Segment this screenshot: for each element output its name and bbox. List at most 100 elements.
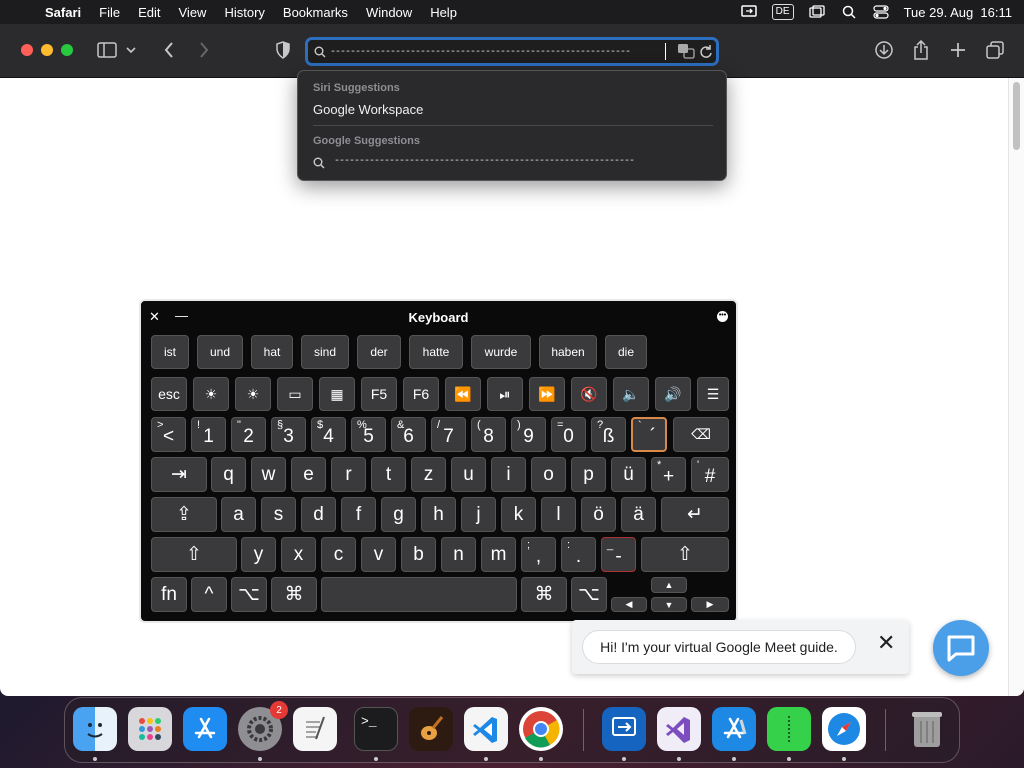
key-oe[interactable]: ö: [581, 497, 616, 532]
window-icon[interactable]: [808, 5, 826, 19]
volume-up-icon[interactable]: 🔊: [655, 377, 691, 411]
menu-view[interactable]: View: [170, 5, 216, 20]
page-scrollbar[interactable]: [1008, 78, 1024, 696]
prediction-key[interactable]: sind: [301, 335, 349, 369]
key-ue[interactable]: ü: [611, 457, 646, 492]
meet-guide-close-icon[interactable]: ✕: [877, 630, 895, 656]
chat-icon[interactable]: [933, 620, 989, 676]
back-button[interactable]: [157, 38, 181, 62]
address-bar[interactable]: [305, 37, 719, 66]
zoom-window-button[interactable]: [61, 44, 73, 56]
sidebar-toggle-icon[interactable]: [95, 38, 119, 62]
menubar-clock[interactable]: Tue 29. Aug 16:11: [904, 5, 1012, 20]
right-shift-key[interactable]: ⇧: [641, 537, 729, 572]
control-center-icon[interactable]: [872, 5, 890, 19]
key-t[interactable]: t: [371, 457, 406, 492]
right-option-key[interactable]: ⌥: [571, 577, 607, 612]
prediction-key[interactable]: wurde: [471, 335, 531, 369]
brightness-down-icon[interactable]: ☀: [193, 377, 229, 411]
new-tab-icon[interactable]: [946, 38, 970, 62]
esc-key[interactable]: esc: [151, 377, 187, 411]
downloads-icon[interactable]: [872, 38, 896, 62]
menu-edit[interactable]: Edit: [129, 5, 169, 20]
key-period[interactable]: :.: [561, 537, 596, 572]
menu-history[interactable]: History: [215, 5, 273, 20]
mission-control-icon[interactable]: ▭: [277, 377, 313, 411]
volume-down-icon[interactable]: 🔈: [613, 377, 649, 411]
spotlight-search-icon[interactable]: [840, 5, 858, 19]
key-5[interactable]: % 5: [351, 417, 386, 452]
privacy-shield-icon[interactable]: [271, 38, 295, 62]
key-7[interactable]: /7: [431, 417, 466, 452]
textedit-icon[interactable]: [293, 707, 337, 751]
key-4[interactable]: $4: [311, 417, 346, 452]
meet-guide-message[interactable]: Hi! I'm your virtual Google Meet guide.: [582, 630, 856, 664]
suggestion-search-query[interactable]: ----------------------------------------…: [334, 156, 674, 167]
left-shift-key[interactable]: ⇧: [151, 537, 237, 572]
play-pause-icon[interactable]: ⏯: [487, 377, 523, 411]
key-3[interactable]: § 3: [271, 417, 306, 452]
key-f[interactable]: f: [341, 497, 376, 532]
screen-share-icon[interactable]: [740, 5, 758, 19]
archive-utility-icon[interactable]: [767, 707, 811, 751]
left-command-key[interactable]: ⌘: [271, 577, 317, 612]
prediction-key[interactable]: die: [605, 335, 647, 369]
arrow-up-key[interactable]: ▲: [651, 577, 687, 593]
key-e[interactable]: e: [291, 457, 326, 492]
chevron-down-icon[interactable]: [123, 38, 139, 62]
arrow-right-key[interactable]: ▶: [691, 597, 729, 612]
launchpad-icon[interactable]: ▦: [319, 377, 355, 411]
key-ae[interactable]: ä: [621, 497, 656, 532]
menu-list-icon[interactable]: ☰: [697, 377, 729, 411]
delete-key[interactable]: ⌫: [673, 417, 729, 452]
key-accent[interactable]: ` ´: [631, 417, 667, 452]
safari-icon[interactable]: [822, 707, 866, 751]
key-less-than[interactable]: > <: [151, 417, 186, 452]
key-minus[interactable]: _ -: [601, 537, 636, 572]
key-y[interactable]: y: [241, 537, 276, 572]
key-a[interactable]: a: [221, 497, 256, 532]
visual-studio-icon[interactable]: [657, 707, 701, 751]
f5-key[interactable]: F5: [361, 377, 397, 411]
key-comma[interactable]: ;,: [521, 537, 556, 572]
input-source-indicator[interactable]: DE: [771, 4, 794, 20]
minimize-window-button[interactable]: [41, 44, 53, 56]
arrow-left-key[interactable]: ◀: [611, 597, 647, 612]
address-input[interactable]: [330, 43, 670, 61]
key-hash[interactable]: ' #: [691, 457, 729, 492]
suggestion-google-workspace[interactable]: Google Workspace: [313, 102, 423, 117]
menu-help[interactable]: Help: [421, 5, 466, 20]
finder-icon[interactable]: [73, 707, 117, 751]
key-j[interactable]: j: [461, 497, 496, 532]
brightness-up-icon[interactable]: ☀: [235, 377, 271, 411]
tab-key[interactable]: ⇥: [151, 457, 207, 492]
key-b[interactable]: b: [401, 537, 436, 572]
launchpad-app-icon[interactable]: [128, 707, 172, 751]
vscode-icon[interactable]: [464, 707, 508, 751]
key-k[interactable]: k: [501, 497, 536, 532]
f6-key[interactable]: F6: [403, 377, 439, 411]
mute-icon[interactable]: 🔇: [571, 377, 607, 411]
prediction-key[interactable]: haben: [539, 335, 597, 369]
close-window-button[interactable]: [21, 44, 33, 56]
key-p[interactable]: p: [571, 457, 606, 492]
left-option-key[interactable]: ⌥: [231, 577, 267, 612]
right-command-key[interactable]: ⌘: [521, 577, 567, 612]
caps-lock-key[interactable]: ⇪: [151, 497, 217, 532]
key-q[interactable]: q: [211, 457, 246, 492]
prediction-key[interactable]: hat: [251, 335, 293, 369]
menu-bookmarks[interactable]: Bookmarks: [274, 5, 357, 20]
key-o[interactable]: o: [531, 457, 566, 492]
prediction-key[interactable]: ist: [151, 335, 189, 369]
key-i[interactable]: i: [491, 457, 526, 492]
translate-icon[interactable]: [677, 43, 695, 64]
scrollbar-thumb[interactable]: [1013, 82, 1020, 150]
forward-button[interactable]: [192, 38, 216, 62]
rewind-icon[interactable]: ⏪: [445, 377, 481, 411]
key-8[interactable]: (8: [471, 417, 506, 452]
key-9[interactable]: ) 9: [511, 417, 546, 452]
menu-window[interactable]: Window: [357, 5, 421, 20]
key-plus[interactable]: * +: [651, 457, 686, 492]
key-z[interactable]: z: [411, 457, 446, 492]
key-2[interactable]: " 2: [231, 417, 266, 452]
